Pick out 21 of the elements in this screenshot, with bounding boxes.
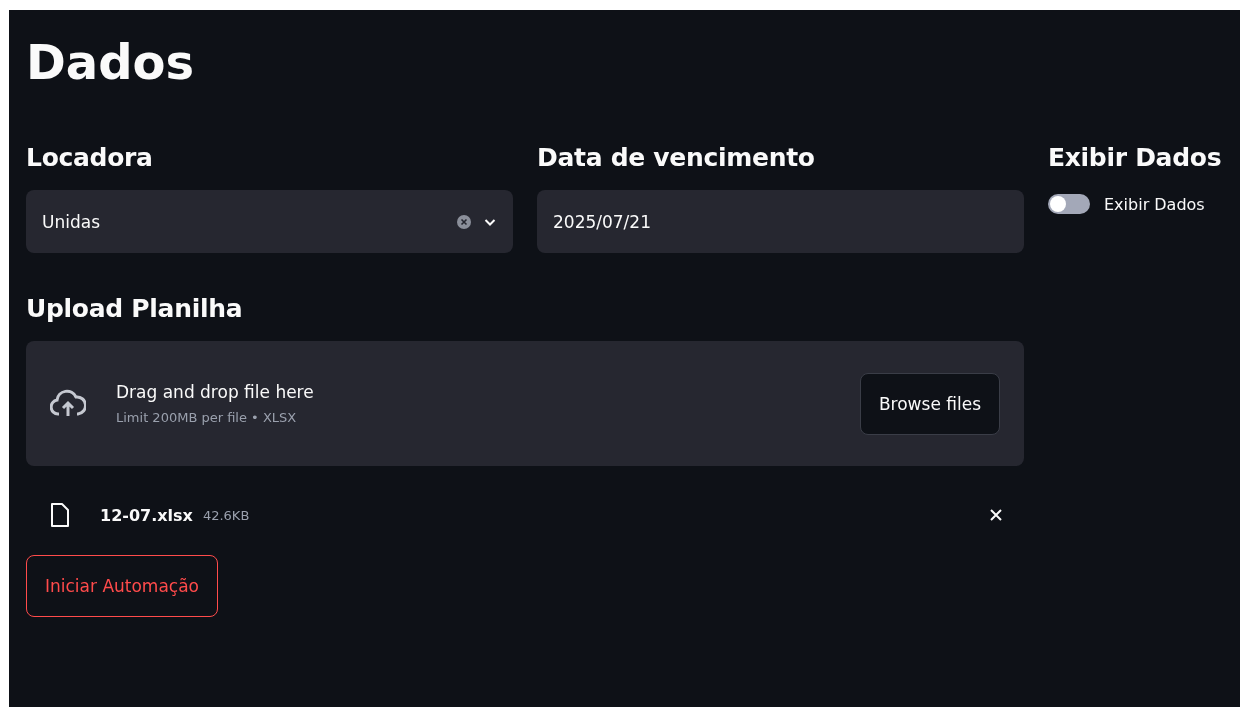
section-heading: Upload Planilha — [26, 293, 244, 325]
field-label: Data de vencimento — [537, 142, 816, 174]
drop-instruction: Drag and drop file here — [116, 382, 315, 402]
select-value: Unidas — [42, 211, 101, 232]
file-drop-zone[interactable]: Drag and drop file here Limit 200MB per file • XLSX Browse files — [26, 341, 1024, 466]
limit-text: Limit 200MB per file • XLSX — [116, 410, 298, 425]
toggle-label: Exibir Dados — [1104, 194, 1205, 214]
select-field[interactable]: Unidas — [26, 190, 513, 253]
start-automation-button[interactable]: Iniciar Automação — [26, 555, 218, 617]
field-label: Locadora — [26, 142, 154, 174]
cloud-upload-icon — [50, 388, 86, 419]
page-title: Dados — [26, 33, 196, 92]
clear-icon[interactable] — [457, 214, 471, 229]
toggle-switch[interactable] — [1048, 194, 1090, 214]
file-name: 12-07.xlsx — [100, 505, 193, 525]
file-icon — [50, 502, 70, 528]
browse-files-button[interactable]: Browse files — [859, 372, 1000, 435]
file-size: 42.6KB — [202, 507, 251, 523]
section-heading: Exibir Dados — [1048, 142, 1223, 174]
close-icon[interactable] — [988, 507, 1004, 523]
date-field[interactable]: 2025/07/21 — [537, 190, 1024, 253]
